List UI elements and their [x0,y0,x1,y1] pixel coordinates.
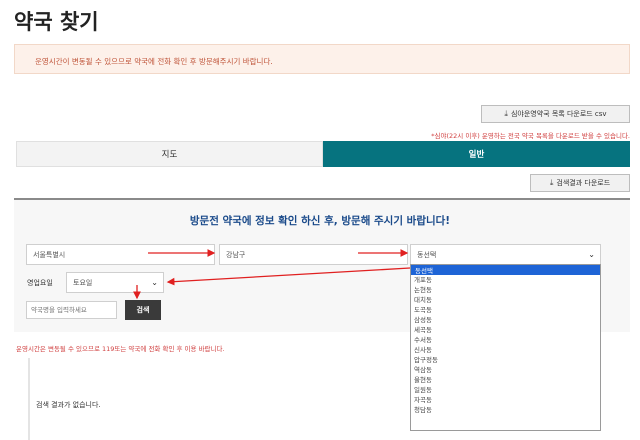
city-select-value: 서울특별시 [33,250,66,259]
dong-option[interactable]: 청담동 [411,405,600,415]
page-title: 약국 찾기 [14,10,99,34]
dong-option[interactable]: 신사동 [411,345,600,355]
business-day-label: 영업요일 [27,279,53,287]
chevron-down-icon: ⌄ [588,250,595,259]
dong-select[interactable]: 동선택 ⌄ [410,244,601,265]
dong-option[interactable]: 수서동 [411,335,600,345]
dong-option[interactable]: 역삼동 [411,365,600,375]
dong-option[interactable]: 개포동 [411,275,600,285]
business-day-select[interactable]: 토요일 ⌄ [66,272,164,293]
search-heading: 방문전 약국에 정보 확인 하신 후, 방문해 주시기 바랍니다! [189,215,451,227]
city-select[interactable]: 서울특별시 [26,244,215,265]
district-select[interactable]: 강남구 [219,244,408,265]
download-icon: ⤓ [549,178,554,187]
csv-download-button[interactable]: ⤓ 심야운영약국 목록 다운로드 csv [481,105,630,123]
no-result-text: 검색 결과가 없습니다. [36,401,101,409]
dong-select-value: 동선택 [417,250,437,259]
pharmacy-name-input[interactable] [26,301,117,319]
search-button[interactable]: 검색 [125,300,161,320]
dong-option[interactable]: 세곡동 [411,325,600,335]
download-icon: ⤓ [504,109,508,118]
tab-general[interactable]: 일반 [323,141,630,167]
dong-dropdown-list: 동선택 개포동 논현동 대치동 도곡동 삼성동 세곡동 수서동 신사동 압구정동… [410,264,601,431]
chevron-down-icon: ⌄ [151,278,158,287]
result-download-label: 검색결과 다운로드 [556,179,611,187]
dong-option[interactable]: 일원동 [411,385,600,395]
dong-option[interactable]: 도곡동 [411,305,600,315]
csv-download-label: 심야운영약국 목록 다운로드 csv [510,110,607,118]
result-download-button[interactable]: ⤓ 검색결과 다운로드 [530,174,630,192]
tab-map[interactable]: 지도 [16,141,323,167]
dong-option[interactable]: 압구정동 [411,355,600,365]
dong-option[interactable]: 율현동 [411,375,600,385]
dong-option[interactable]: 동선택 [411,265,600,275]
district-select-value: 강남구 [226,250,246,259]
operation-warning: 운영시간은 변동될 수 있으므로 119또는 약국에 전화 확인 후 이용 바랍… [16,345,225,353]
business-day-value: 토요일 [73,278,93,287]
dong-option[interactable]: 삼성동 [411,315,600,325]
csv-hint: *심야(22시 이후) 운영하는 전국 약국 목록을 다운로드 받을 수 있습니… [431,132,630,140]
dong-option[interactable]: 대치동 [411,295,600,305]
notice-text: 운영시간이 변동될 수 있으므로 약국에 전화 확인 후 방문해주시기 바랍니다… [35,57,273,66]
dong-option[interactable]: 자곡동 [411,395,600,405]
notice-banner: 운영시간이 변동될 수 있으므로 약국에 전화 확인 후 방문해주시기 바랍니다… [14,44,630,74]
dong-option[interactable]: 논현동 [411,285,600,295]
